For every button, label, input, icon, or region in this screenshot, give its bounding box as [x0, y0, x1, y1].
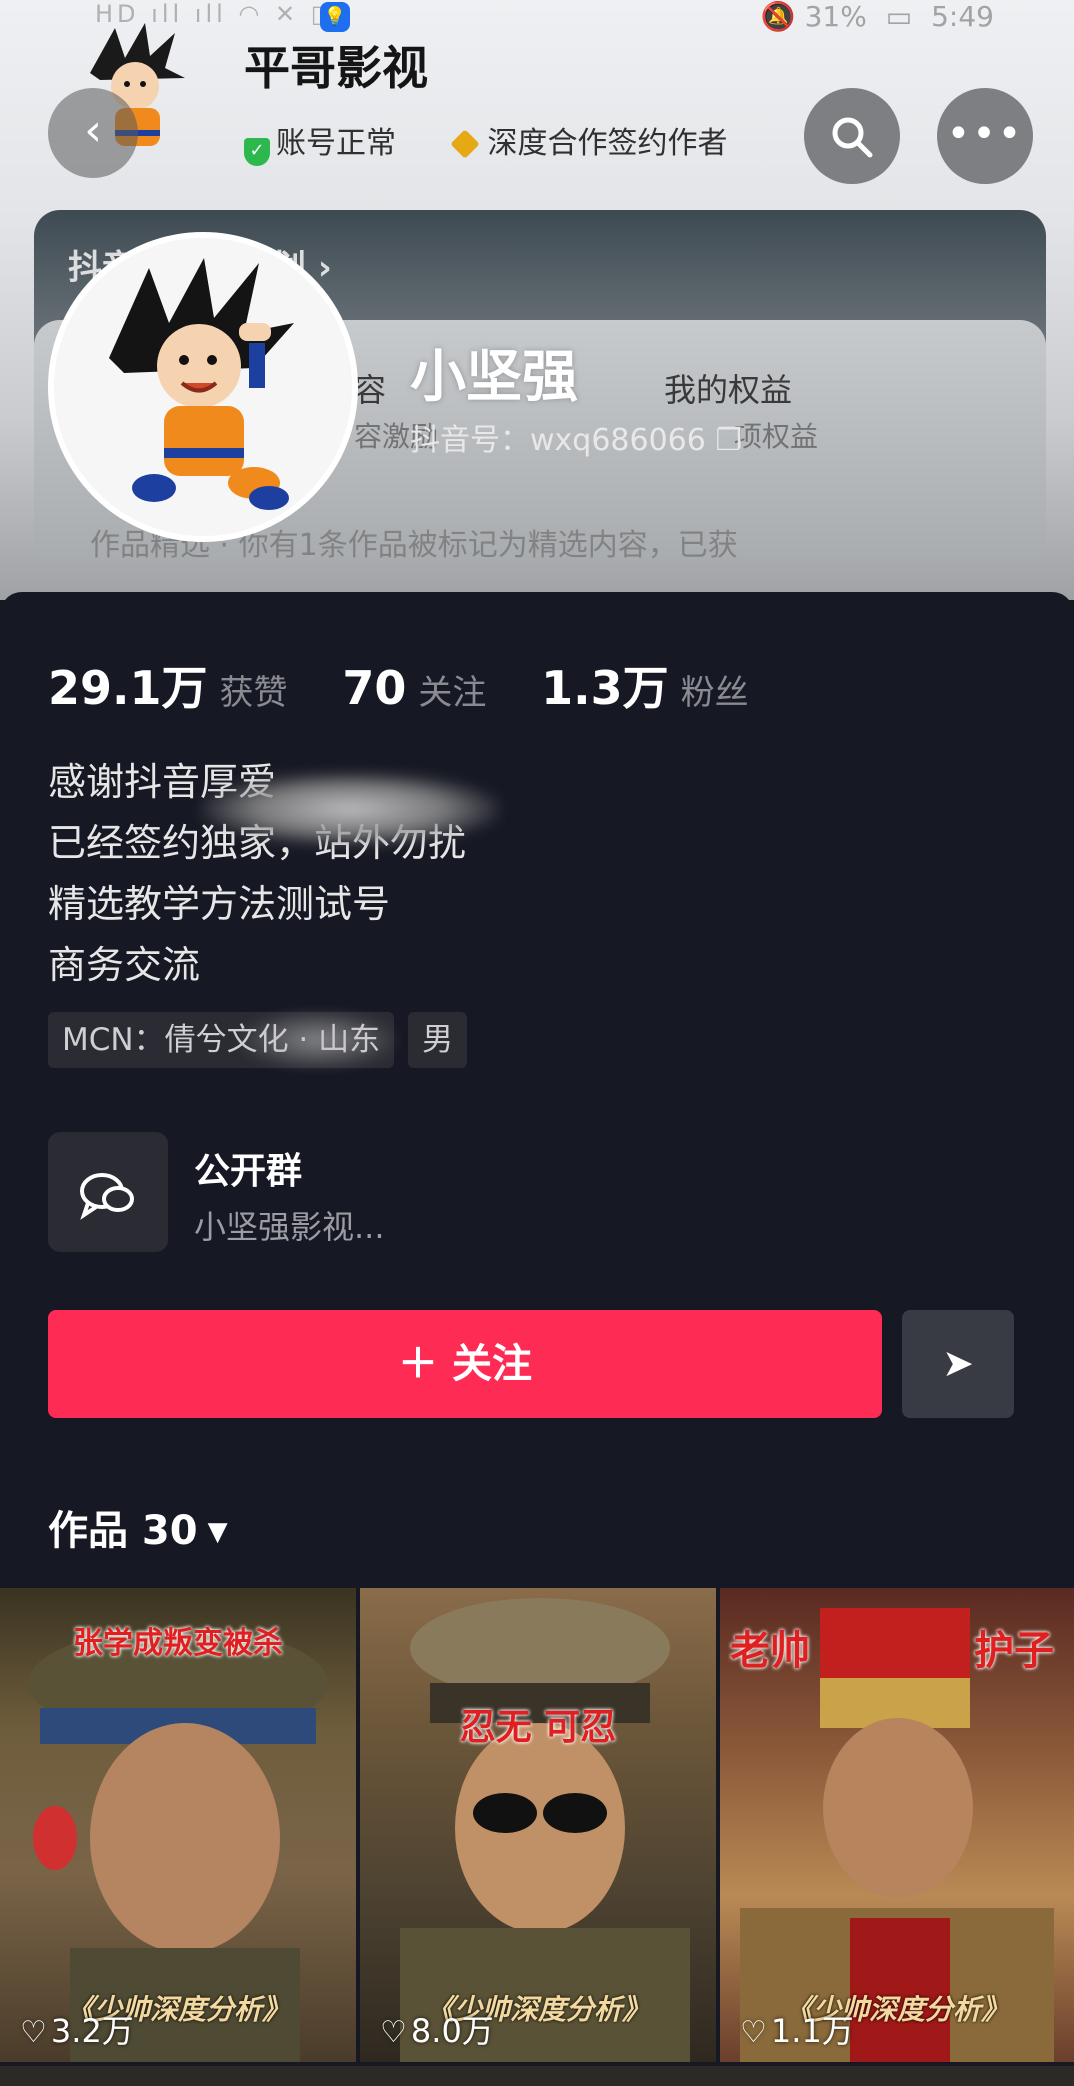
profile-avatar[interactable]: [48, 232, 358, 542]
shield-check-icon: ✓: [244, 138, 270, 166]
diamond-icon: [449, 129, 480, 159]
stat-followers-value: 1.3万: [541, 661, 669, 715]
tile-likes-count: 1.1万: [770, 2012, 854, 2050]
profile-nickname: 小坚强: [410, 345, 578, 410]
tile-likes: ♡ 3.2万: [20, 2006, 134, 2052]
account-status-badge: ✓ 账号正常: [244, 118, 396, 166]
public-group-entry[interactable]: 公开群 小坚强影视...: [48, 1132, 1028, 1252]
bio-line: 精选教学方法测试号: [48, 882, 391, 926]
bio-line: 商务交流: [48, 943, 201, 987]
redaction-smudge: [200, 772, 500, 846]
stat-following-value: 70: [342, 661, 407, 715]
video-tile[interactable]: 忍无 可忍 《少帅深度分析》 ♡ 8.0万: [360, 1588, 716, 2062]
next-row-peek: [0, 2066, 1074, 2086]
status-right: 🔕 31% ▭ 5:49: [751, 0, 994, 33]
works-tab-label: 作品 30: [48, 1508, 198, 1554]
tile-caption: 忍无 可忍: [459, 1706, 617, 1748]
stat-following[interactable]: 70 关注: [342, 661, 486, 715]
group-title: 公开群: [194, 1151, 303, 1192]
header-badges: ✓ 账号正常 深度合作签约作者: [244, 118, 774, 166]
chat-bubbles-icon: [48, 1132, 168, 1252]
tile-likes-count: 8.0万: [410, 2012, 494, 2050]
search-button[interactable]: [804, 88, 900, 184]
stat-followers[interactable]: 1.3万 粉丝: [541, 652, 749, 718]
tile-caption: 张学成叛变被杀: [73, 1626, 283, 1661]
profile-panel: 29.1万获赞 70关注 1.3万粉丝 感谢抖音厚爱 已经签约独家，站外勿扰 精…: [0, 592, 1074, 2086]
notification-icon: 💡: [320, 2, 350, 32]
promo-item-rights-sub: 项权益: [734, 420, 819, 453]
profile-screen: HD ıll ıll ◠ ✕ ▯ 💡 🔕 31% ▭ 5:49 ‹ 平哥影视 ✓…: [0, 0, 1074, 2086]
video-grid: 张学成叛变被杀 《少帅深度分析》 ♡ 3.2万 忍无 可忍 《少帅深度分析》 ♡ 8…: [0, 1588, 1074, 2086]
signed-author-label: 深度合作签约作者: [487, 126, 728, 161]
tile-caption-left: 老帅: [730, 1627, 810, 1674]
battery-icon: ▭: [885, 0, 913, 33]
redaction-smudge: [238, 1010, 398, 1070]
heart-icon: ♡: [380, 2015, 407, 2050]
heart-icon: ♡: [20, 2015, 47, 2050]
battery-indicator: 🔕 31%: [760, 0, 867, 33]
stat-likes-value: 29.1万: [48, 661, 208, 715]
stat-followers-label: 粉丝: [680, 673, 749, 713]
share-button[interactable]: ➤: [902, 1310, 1014, 1418]
video-tile[interactable]: 张学成叛变被杀 《少帅深度分析》 ♡ 3.2万: [0, 1588, 356, 2062]
more-button[interactable]: •••: [937, 88, 1033, 184]
tile-caption-right: 护子: [974, 1627, 1054, 1674]
promo-item-content: 容: [354, 371, 387, 409]
back-button[interactable]: ‹: [48, 88, 138, 178]
works-tab[interactable]: 作品 30 ▼: [48, 1498, 228, 1556]
tile-likes: ♡ 1.1万: [740, 2006, 854, 2052]
gender-tag: 男: [408, 1012, 468, 1068]
stat-following-label: 关注: [418, 673, 487, 713]
account-status-label: 账号正常: [276, 126, 396, 161]
profile-stats: 29.1万 获赞 70 关注 1.3万 粉丝: [48, 652, 793, 718]
status-time: 5:49: [931, 0, 994, 33]
search-icon: [832, 117, 873, 157]
tile-likes: ♡ 8.0万: [380, 2006, 494, 2052]
tile-likes-count: 3.2万: [50, 2012, 134, 2050]
stat-likes[interactable]: 29.1万 获赞: [48, 652, 288, 718]
signed-author-badge[interactable]: 深度合作签约作者: [449, 118, 728, 162]
heart-icon: ♡: [740, 2015, 767, 2050]
video-tile[interactable]: 老帅 护子 《少帅深度分析》 ♡ 1.1万: [720, 1588, 1074, 2062]
promo-item-rights[interactable]: 我的权益: [664, 365, 792, 411]
douyin-id[interactable]: 抖音号：wxq686066 ❐: [410, 415, 742, 459]
stat-likes-label: 获赞: [219, 673, 288, 713]
follow-button[interactable]: ＋ 关注: [48, 1310, 882, 1418]
group-subtitle: 小坚强影视...: [194, 1208, 385, 1246]
header-title: 平哥影视: [244, 41, 428, 95]
send-icon: ➤: [942, 1341, 974, 1385]
caret-down-icon: ▼: [207, 1517, 228, 1547]
